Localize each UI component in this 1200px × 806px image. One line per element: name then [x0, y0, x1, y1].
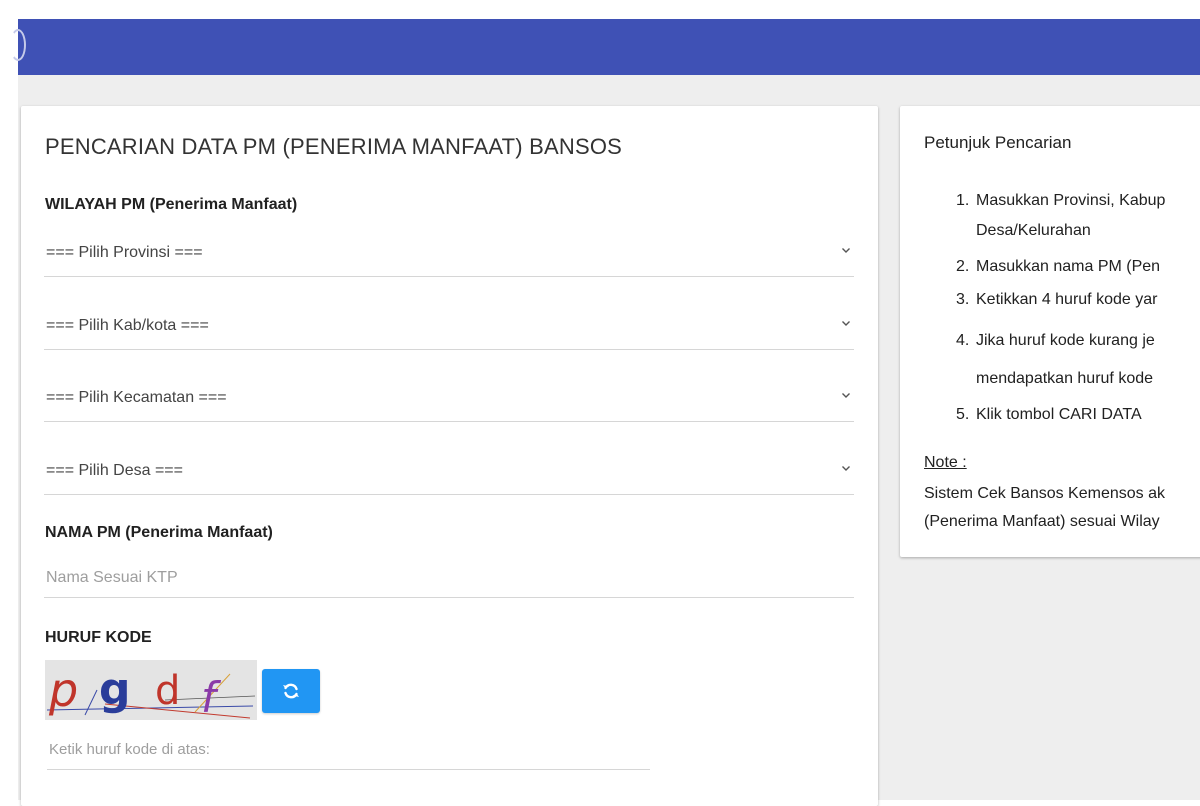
kabkota-select-value: === Pilih Kab/kota ===: [46, 317, 209, 334]
note-label: Note :: [924, 454, 967, 471]
step-number: 2.: [956, 258, 970, 275]
step-text: Ketikkan 4 huruf kode yar: [976, 291, 1158, 308]
nama-section-label: NAMA PM (Penerima Manfaat): [45, 524, 273, 541]
step-number: 5.: [956, 406, 970, 423]
note-text: Sistem Cek Bansos Kemensos ak (Penerima …: [924, 480, 1165, 536]
step-text: Desa/Kelurahan: [976, 222, 1091, 239]
instructions-card: Petunjuk Pencarian 1. Masukkan Provinsi,…: [900, 106, 1200, 557]
desa-select-value: === Pilih Desa ===: [46, 462, 183, 479]
captcha-input[interactable]: [47, 730, 650, 770]
instructions-title: Petunjuk Pencarian: [924, 133, 1072, 152]
captcha-refresh-button[interactable]: [262, 669, 320, 713]
list-item: 5. Klik tombol CARI DATA: [956, 398, 1200, 432]
provinsi-select-value: === Pilih Provinsi ===: [46, 244, 203, 261]
step-text: mendapatkan huruf kode: [976, 370, 1154, 387]
step-text: Masukkan nama PM (Pen: [976, 258, 1161, 275]
captcha-char: g: [99, 664, 131, 715]
captcha-char: p: [48, 663, 78, 717]
instructions-steps: 1. Masukkan Provinsi, Kabup Desa/Kelurah…: [924, 186, 1200, 432]
provinsi-select[interactable]: === Pilih Provinsi ===: [44, 232, 854, 277]
search-form-card: PENCARIAN DATA PM (PENERIMA MANFAAT) BAN…: [21, 106, 878, 806]
kecamatan-select-value: === Pilih Kecamatan ===: [46, 389, 227, 406]
step-number: 1.: [956, 192, 970, 209]
step-number: 4.: [956, 332, 970, 349]
chevron-down-icon: [842, 321, 850, 326]
top-app-bar: [10, 19, 1200, 75]
step-text: Masukkan Provinsi, Kabup: [976, 192, 1166, 209]
step-number: 3.: [956, 291, 970, 308]
desa-select[interactable]: === Pilih Desa ===: [44, 450, 854, 495]
chevron-down-icon: [842, 393, 850, 398]
kecamatan-select[interactable]: === Pilih Kecamatan ===: [44, 377, 854, 422]
logo-icon: [10, 29, 26, 61]
note-line: (Penerima Manfaat) sesuai Wilay: [924, 513, 1160, 530]
nama-input[interactable]: [44, 558, 854, 598]
refresh-icon: [283, 683, 299, 699]
list-item: 4. Jika huruf kode kurang je mendapatkan…: [956, 322, 1200, 398]
chevron-down-icon: [842, 466, 850, 471]
list-item: 1. Masukkan Provinsi, Kabup Desa/Kelurah…: [956, 186, 1200, 250]
captcha-image: p g d f: [45, 660, 257, 720]
list-item: 3. Ketikkan 4 huruf kode yar: [956, 284, 1200, 322]
kabkota-select[interactable]: === Pilih Kab/kota ===: [44, 305, 854, 350]
chevron-down-icon: [842, 248, 850, 253]
captcha-char: d: [155, 668, 180, 714]
step-text: Klik tombol CARI DATA: [976, 406, 1142, 423]
list-item: 2. Masukkan nama PM (Pen: [956, 250, 1200, 284]
step-text: Jika huruf kode kurang je: [976, 332, 1155, 349]
note-line: Sistem Cek Bansos Kemensos ak: [924, 485, 1165, 502]
page-title: PENCARIAN DATA PM (PENERIMA MANFAAT) BAN…: [45, 134, 623, 159]
wilayah-section-label: WILAYAH PM (Penerima Manfaat): [45, 196, 298, 213]
captcha-section-label: HURUF KODE: [45, 629, 152, 646]
